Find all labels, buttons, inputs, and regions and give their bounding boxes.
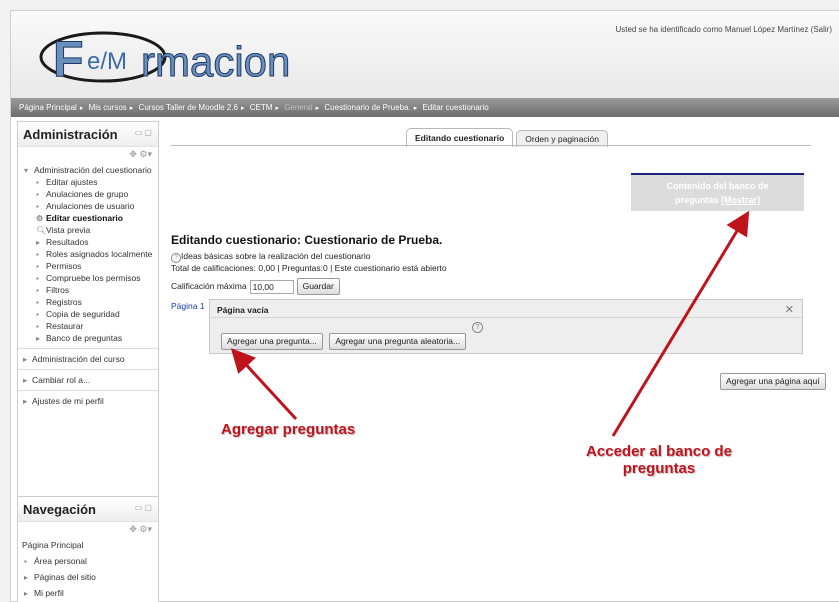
tree-item-quiz-admin[interactable]: ▾ Administración del cuestionario [18, 165, 158, 176]
navigation-block: Navegación ▭▢ ✥ ⚙▾ Página Principal ▪ Áre… [17, 496, 159, 602]
bullet-icon: ▪ [36, 274, 39, 283]
empty-page-title: Página vacía [217, 305, 269, 315]
max-grade-row: Calificación máxima 10,00 Guardar [171, 278, 340, 295]
tree-item[interactable]: 🔍︎ Vista previa [18, 225, 158, 236]
breadcrumb-item[interactable]: Mis cursos [89, 103, 127, 112]
tree-item[interactable]: ▪ Anulaciones de usuario [18, 201, 158, 212]
tree-item-course-admin[interactable]: ▸ Administración del curso [18, 348, 158, 369]
site-header: F e/M rmacion Usted se ha identificado c… [11, 11, 839, 98]
block-title: Navegación [23, 502, 96, 517]
nav-item[interactable]: ▪ Área personal [18, 556, 158, 567]
svg-text:e/M: e/M [87, 48, 127, 75]
bullet-icon: ▪ [36, 262, 39, 271]
move-icon[interactable]: ✥ ⚙▾ [18, 522, 158, 540]
tree-item[interactable]: ▸ Banco de preguntas [18, 333, 158, 344]
collapsed-icon: ▸ [23, 396, 28, 406]
bullet-icon: ▪ [36, 298, 39, 307]
breadcrumb-item[interactable]: Cuestionario de Prueba. [324, 103, 410, 112]
help-icon[interactable]: ? [171, 253, 181, 263]
site-logo[interactable]: F e/M rmacion [33, 21, 293, 91]
magnifier-icon: 🔍︎ [36, 226, 47, 235]
tree-item[interactable]: ▸ Resultados [18, 237, 158, 248]
browser-page: F e/M rmacion Usted se ha identificado c… [10, 10, 839, 602]
collapsed-icon: ▸ [23, 375, 28, 385]
empty-page-panel: Página vacía ✕ Agregar una pregunta... A… [209, 299, 803, 354]
breadcrumb-item[interactable]: Cursos Taller de Moodle 2.6 [139, 103, 238, 112]
nav-item-home[interactable]: Página Principal [18, 540, 158, 551]
annotation-add-questions: Agregar preguntas [221, 421, 356, 438]
close-icon[interactable]: ✕ [785, 303, 794, 316]
tree-item[interactable]: ▪ Permisos [18, 261, 158, 272]
bullet-icon: ▪ [24, 557, 27, 566]
annotation-line: preguntas [622, 460, 696, 477]
block-header: Navegación ▭▢ [18, 497, 158, 522]
tree-item[interactable]: ▪ Compruebe los permisos [18, 273, 158, 284]
breadcrumb-item-current: Editar cuestionario [422, 103, 489, 112]
page-label[interactable]: Página 1 [171, 301, 205, 311]
login-info: Usted se ha identificado como Manuel Lóp… [615, 25, 832, 34]
annotation-line: Acceder al banco de [586, 443, 732, 460]
move-icon[interactable]: ✥ ⚙▾ [18, 147, 158, 165]
block-title: Administración [23, 127, 118, 142]
show-question-bank-link[interactable]: [Mostrar] [721, 195, 760, 205]
page-title: Editando cuestionario: Cuestionario de P… [171, 233, 443, 247]
collapsed-icon: ▸ [36, 334, 41, 343]
expanded-icon: ▾ [24, 166, 29, 175]
quiz-info: ? Ideas básicas sobre la realización del … [171, 251, 370, 263]
svg-text:rmacion: rmacion [141, 38, 290, 85]
question-bank-text: Contenido del banco de [666, 181, 769, 191]
tab-bar: Editando cuestionario Orden y paginación [406, 128, 611, 147]
tree-item-profile-settings[interactable]: ▸ Ajustes de mi perfil [18, 390, 158, 411]
ideas-link[interactable]: Ideas básicas sobre la realización del c… [181, 251, 370, 261]
tree-item[interactable]: ▪ Roles asignados localmente [18, 249, 158, 260]
nav-item[interactable]: ▸ Páginas del sitio [18, 572, 158, 583]
breadcrumb-item[interactable]: Página Principal [19, 103, 77, 112]
tree-item-active[interactable]: ⚙ Editar cuestionario [18, 213, 158, 224]
tree-item[interactable]: ▪ Anulaciones de grupo [18, 189, 158, 200]
breadcrumb: Página Principal ▸ Mis cursos ▸ Cursos Tal… [11, 98, 839, 117]
panel-divider [210, 317, 802, 318]
gear-icon: ⚙ [36, 214, 44, 223]
help-icon[interactable]: ? [472, 322, 483, 333]
question-bank-text: preguntas [674, 195, 719, 205]
add-question-button[interactable]: Agregar una pregunta... [221, 333, 323, 350]
tree-item[interactable]: ▪ Filtros [18, 285, 158, 296]
annotation-access-bank: Acceder al banco de preguntas [559, 443, 759, 477]
collapsed-icon: ▸ [36, 238, 41, 247]
max-grade-label: Calificación máxima [171, 280, 247, 291]
dock-icon[interactable]: ▭▢ [135, 503, 154, 512]
tab-divider [171, 145, 811, 146]
bullet-icon: ▪ [36, 178, 39, 187]
collapsed-icon: ▸ [24, 573, 29, 582]
block-header: Administración ▭▢ [18, 122, 158, 147]
panel-buttons: Agregar una pregunta... Agregar una preg… [221, 333, 467, 350]
add-page-button[interactable]: Agregar una página aquí [720, 373, 826, 390]
question-bank-panel: Contenido del banco de preguntas [Mostra… [631, 173, 804, 211]
tree-item[interactable]: ▪ Restaurar [18, 321, 158, 332]
svg-text:F: F [53, 31, 84, 87]
quiz-totals: Total de calificaciones: 0,00 | Pregunta… [171, 263, 447, 273]
arrow-to-add-question [230, 348, 298, 421]
administration-block: Administración ▭▢ ✥ ⚙▾ ▾ Administración d… [17, 121, 159, 499]
collapsed-icon: ▸ [24, 589, 29, 598]
collapsed-icon: ▸ [23, 354, 28, 364]
bullet-icon: ▪ [36, 202, 39, 211]
bullet-icon: ▪ [36, 310, 39, 319]
nav-item[interactable]: ▸ Mi perfil [18, 588, 158, 599]
dock-icon[interactable]: ▭▢ [135, 128, 154, 137]
tree-item[interactable]: ▪ Editar ajustes [18, 177, 158, 188]
tree-item[interactable]: ▪ Registros [18, 297, 158, 308]
breadcrumb-item[interactable]: General [284, 103, 312, 112]
tree-item-switch-role[interactable]: ▸ Cambiar rol a... [18, 369, 158, 390]
breadcrumb-item[interactable]: CETM [250, 103, 273, 112]
bullet-icon: ▪ [36, 286, 39, 295]
bullet-icon: ▪ [36, 250, 39, 259]
save-button[interactable]: Guardar [296, 278, 340, 295]
bullet-icon: ▪ [36, 190, 39, 199]
max-grade-input[interactable]: 10,00 [249, 279, 294, 294]
tree-item[interactable]: ▪ Copia de seguridad [18, 309, 158, 320]
add-random-question-button[interactable]: Agregar una pregunta aleatoria... [329, 333, 467, 350]
bullet-icon: ▪ [36, 322, 39, 331]
